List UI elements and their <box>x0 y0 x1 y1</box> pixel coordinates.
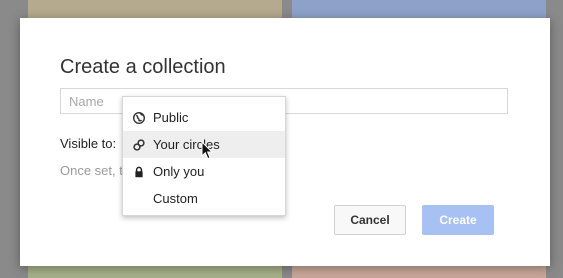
globe-icon <box>132 111 146 124</box>
dialog-title: Create a collection <box>60 56 226 78</box>
cancel-button[interactable]: Cancel <box>334 205 406 235</box>
mouse-pointer-icon <box>201 141 214 160</box>
visibility-hint: Once set, t <box>60 163 123 178</box>
menu-item-only-you[interactable]: Only you <box>123 158 285 185</box>
background-card-bottom-right <box>292 265 546 278</box>
background-card-top-left <box>28 0 282 20</box>
background-card-bottom-left <box>28 265 282 278</box>
menu-item-label: Public <box>153 110 189 125</box>
menu-item-public[interactable]: Public <box>123 104 285 131</box>
menu-item-custom[interactable]: Custom <box>123 185 285 212</box>
menu-item-label: Only you <box>153 164 205 179</box>
background-card-top-right <box>292 0 546 20</box>
create-button[interactable]: Create <box>422 205 494 235</box>
lock-icon <box>133 166 145 178</box>
menu-item-label: Custom <box>153 191 198 206</box>
visible-to-label: Visible to: <box>60 136 117 151</box>
circles-icon <box>133 138 145 151</box>
